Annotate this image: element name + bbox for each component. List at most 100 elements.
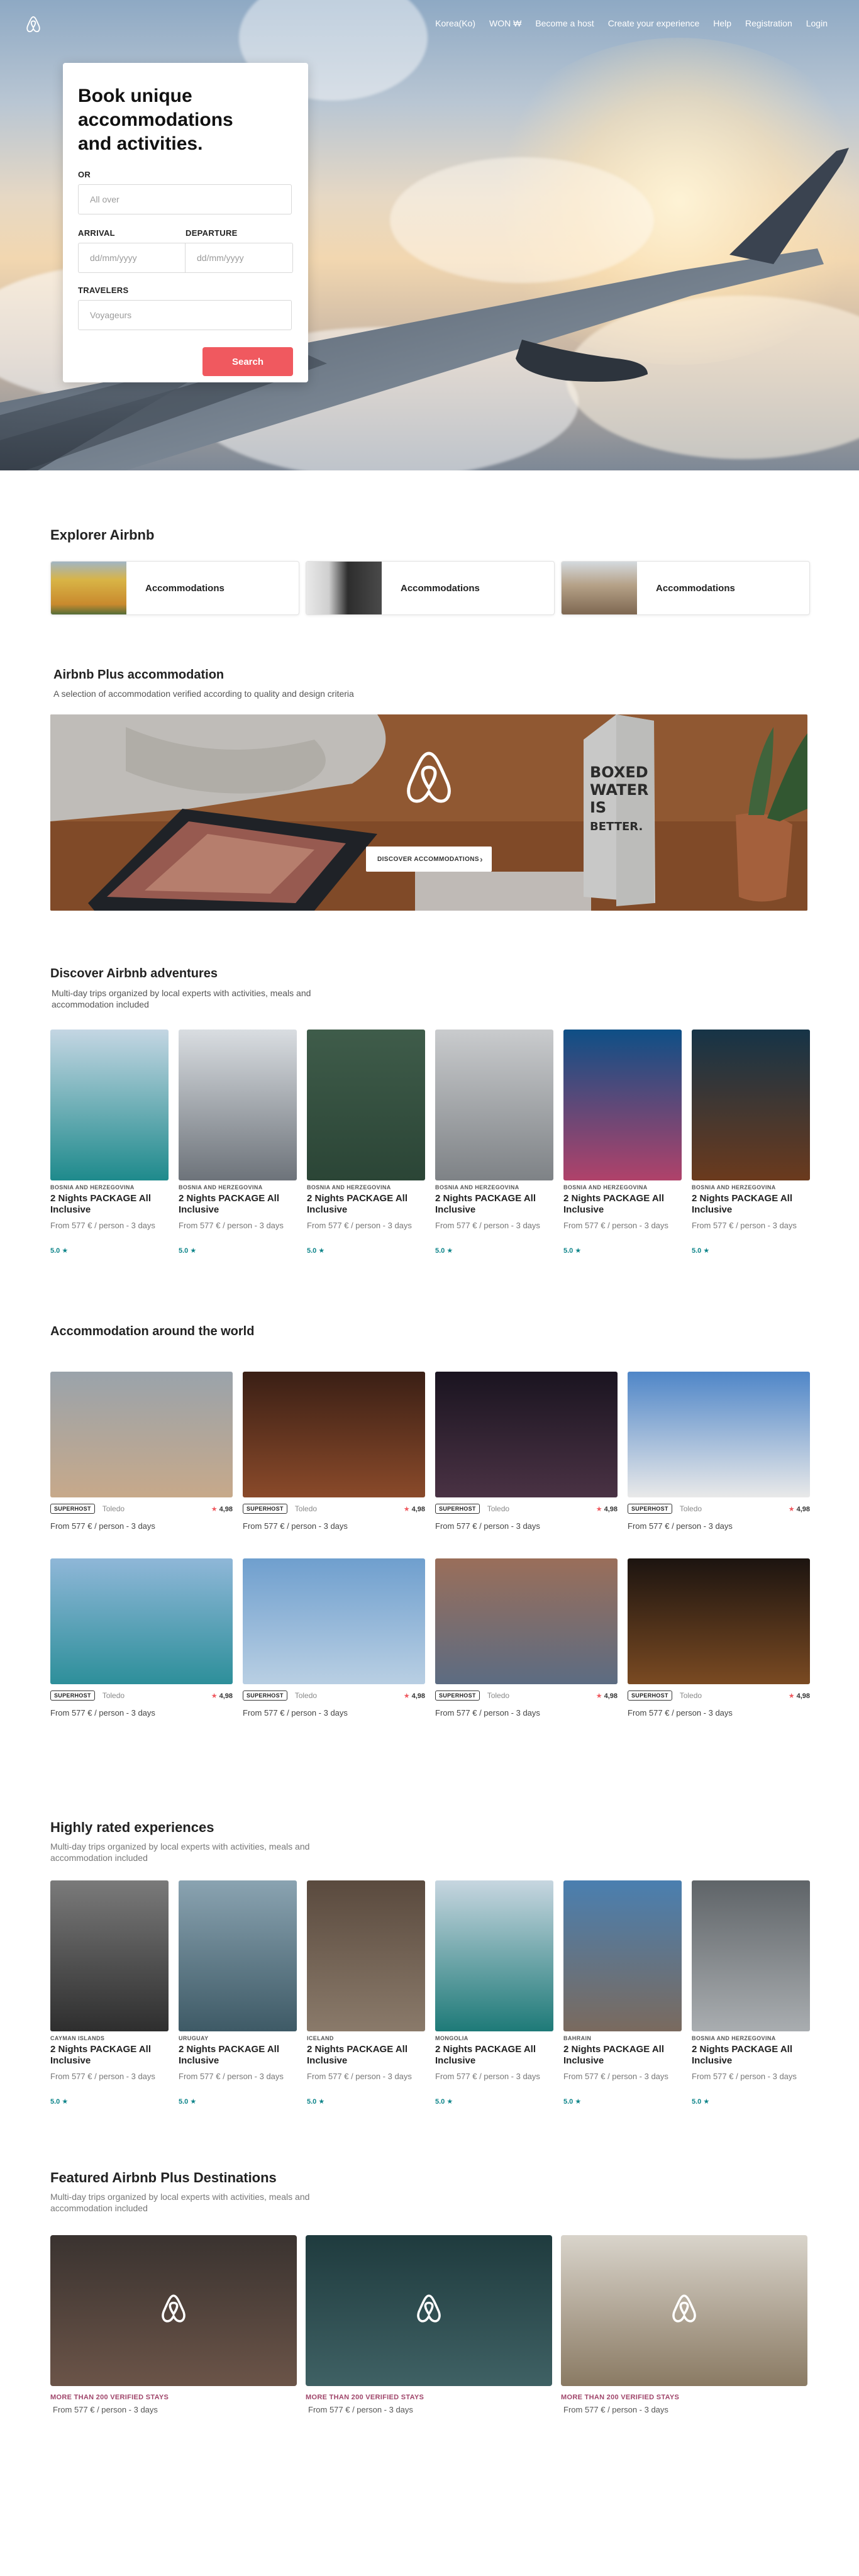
explore-thumb-image bbox=[562, 562, 637, 614]
adventures-card[interactable]: BOSNIA AND HERZEGOVINA 2 Nights PACKAGE A… bbox=[307, 1030, 425, 1255]
experiences-card[interactable]: CAYMAN ISLANDS 2 Nights PACKAGE All Inclu… bbox=[50, 1880, 169, 2106]
card-score-value: 4,98 bbox=[411, 1505, 425, 1513]
featured-destination-card[interactable]: MORE THAN 200 VERIFIED STAYS From 577 € /… bbox=[50, 2235, 297, 2414]
where-label: OR bbox=[78, 170, 91, 179]
world-card-meta: SUPERHOST Toledo ★ 4,98 bbox=[435, 1689, 618, 1702]
world-card-meta: SUPERHOST Toledo ★ 4,98 bbox=[435, 1502, 618, 1515]
top-navigation: Korea(Ko) WON ₩ Become a host Create you… bbox=[0, 15, 859, 34]
where-input[interactable]: All over bbox=[78, 184, 292, 214]
card-score: ★ 4,98 bbox=[596, 1692, 618, 1700]
explore-card-2[interactable]: Accommodations bbox=[306, 561, 555, 615]
experiences-card[interactable]: BOSNIA AND HERZEGOVINA 2 Nights PACKAGE A… bbox=[692, 1880, 810, 2106]
nav-link-become-host[interactable]: Become a host bbox=[535, 18, 594, 28]
card-score: ★ 4,98 bbox=[211, 1692, 233, 1700]
card-rating: 5.0 ★ bbox=[307, 1247, 325, 1255]
nav-link-registration[interactable]: Registration bbox=[745, 18, 792, 28]
adventures-card-image bbox=[692, 1030, 810, 1180]
world-card[interactable]: SUPERHOST Toledo ★ 4,98 From 577 € / person … bbox=[243, 1558, 425, 1718]
adventures-card-image bbox=[50, 1030, 169, 1180]
star-icon: ★ bbox=[596, 1692, 602, 1700]
card-price: From 577 € / person - 3 days bbox=[53, 2405, 158, 2414]
card-city: Toledo bbox=[102, 1504, 125, 1513]
featured-destination-card[interactable]: MORE THAN 200 VERIFIED STAYS From 577 € /… bbox=[306, 2235, 552, 2414]
superhost-badge: SUPERHOST bbox=[243, 1504, 287, 1514]
experiences-section-subtitle: Multi-day trips organized by local exper… bbox=[50, 1841, 310, 1863]
card-score: ★ 4,98 bbox=[404, 1692, 425, 1700]
discover-button-label: DISCOVER ACCOMMODATIONS bbox=[377, 855, 479, 863]
card-city: Toledo bbox=[102, 1691, 125, 1700]
experiences-card-image bbox=[179, 1880, 297, 2031]
carton-text-line: BOXED bbox=[590, 763, 648, 781]
adventures-card[interactable]: BOSNIA AND HERZEGOVINA 2 Nights PACKAGE A… bbox=[563, 1030, 682, 1255]
currency-selector[interactable]: WON ₩ bbox=[489, 18, 521, 28]
card-rating: 5.0 ★ bbox=[563, 2098, 582, 2106]
card-score-value: 4,98 bbox=[219, 1505, 233, 1513]
card-title: 2 Nights PACKAGE All Inclusive bbox=[435, 1193, 536, 1215]
star-icon: ★ bbox=[211, 1692, 218, 1700]
world-card[interactable]: SUPERHOST Toledo ★ 4,98 From 577 € / person … bbox=[435, 1558, 618, 1718]
travelers-input[interactable]: Voyageurs bbox=[78, 300, 292, 330]
card-rating: 5.0 ★ bbox=[179, 2098, 197, 2106]
adventures-card[interactable]: BOSNIA AND HERZEGOVINA 2 Nights PACKAGE A… bbox=[50, 1030, 169, 1255]
search-button[interactable]: Search bbox=[202, 347, 293, 376]
card-price: From 577 € / person - 3 days bbox=[50, 1221, 155, 1230]
card-score: ★ 4,98 bbox=[789, 1692, 810, 1700]
experiences-card[interactable]: ICELAND 2 Nights PACKAGE All Inclusive Fro… bbox=[307, 1880, 425, 2106]
star-icon: ★ bbox=[788, 1505, 795, 1513]
experiences-card[interactable]: BAHRAIN 2 Nights PACKAGE All Inclusive Fro… bbox=[563, 1880, 682, 2106]
world-card[interactable]: SUPERHOST Toledo ★ 4,98 From 577 € / person … bbox=[50, 1372, 233, 1531]
card-score-value: 4,98 bbox=[796, 1505, 810, 1513]
adventures-card[interactable]: BOSNIA AND HERZEGOVINA 2 Nights PACKAGE A… bbox=[435, 1030, 553, 1255]
card-country: BOSNIA AND HERZEGOVINA bbox=[692, 1184, 776, 1191]
experiences-section-title: Highly rated experiences bbox=[50, 1819, 214, 1835]
card-country: MONGOLIA bbox=[435, 2035, 468, 2041]
explore-card-3[interactable]: Accommodations bbox=[561, 561, 810, 615]
card-price: From 577 € / person - 3 days bbox=[563, 2405, 668, 2414]
superhost-badge: SUPERHOST bbox=[435, 1690, 480, 1701]
nav-link-create-experience[interactable]: Create your experience bbox=[608, 18, 700, 28]
departure-label: DEPARTURE bbox=[186, 228, 238, 238]
card-score-value: 4,98 bbox=[604, 1692, 618, 1700]
explore-card-1[interactable]: Accommodations bbox=[50, 561, 299, 615]
world-card-meta: SUPERHOST Toledo ★ 4,98 bbox=[628, 1502, 810, 1515]
nav-link-help[interactable]: Help bbox=[713, 18, 731, 28]
arrival-date-input[interactable]: dd/mm/yyyy bbox=[78, 243, 186, 273]
featured-destination-card[interactable]: MORE THAN 200 VERIFIED STAYS From 577 € /… bbox=[561, 2235, 807, 2414]
world-card[interactable]: SUPERHOST Toledo ★ 4,98 From 577 € / person … bbox=[628, 1558, 810, 1718]
card-city: Toledo bbox=[679, 1691, 702, 1700]
card-city: Toledo bbox=[294, 1691, 318, 1700]
explore-card-label: Accommodations bbox=[145, 582, 224, 594]
card-price: From 577 € / person - 3 days bbox=[435, 1521, 540, 1531]
card-price: From 577 € / person - 3 days bbox=[179, 2072, 284, 2081]
nav-link-login[interactable]: Login bbox=[806, 18, 828, 28]
world-card[interactable]: SUPERHOST Toledo ★ 4,98 From 577 € / person … bbox=[243, 1372, 425, 1531]
card-city: Toledo bbox=[487, 1691, 510, 1700]
airbnb-logo-icon[interactable] bbox=[24, 15, 43, 34]
world-section-title: Accommodation around the world bbox=[50, 1324, 255, 1338]
world-card[interactable]: SUPERHOST Toledo ★ 4,98 From 577 € / person … bbox=[50, 1558, 233, 1718]
experiences-card[interactable]: MONGOLIA 2 Nights PACKAGE All Inclusive Fr… bbox=[435, 1880, 553, 2106]
superhost-badge: SUPERHOST bbox=[628, 1690, 672, 1701]
card-title: 2 Nights PACKAGE All Inclusive bbox=[179, 2044, 280, 2066]
adventures-section-subtitle: Multi-day trips organized by local exper… bbox=[52, 988, 311, 1009]
card-rating: 5.0 ★ bbox=[50, 2098, 69, 2106]
booking-search-card: Book unique accommodations and activitie… bbox=[63, 63, 308, 382]
world-card-image bbox=[243, 1558, 425, 1684]
card-title: 2 Nights PACKAGE All Inclusive bbox=[692, 2044, 793, 2066]
card-country: BOSNIA AND HERZEGOVINA bbox=[692, 2035, 776, 2041]
superhost-badge: SUPERHOST bbox=[435, 1504, 480, 1514]
card-country: URUGUAY bbox=[179, 2035, 209, 2041]
world-card[interactable]: SUPERHOST Toledo ★ 4,98 From 577 € / person … bbox=[628, 1372, 810, 1531]
card-title: 2 Nights PACKAGE All Inclusive bbox=[563, 1193, 665, 1215]
card-price: From 577 € / person - 3 days bbox=[435, 1708, 540, 1718]
adventures-card[interactable]: BOSNIA AND HERZEGOVINA 2 Nights PACKAGE A… bbox=[179, 1030, 297, 1255]
world-card[interactable]: SUPERHOST Toledo ★ 4,98 From 577 € / person … bbox=[435, 1372, 618, 1531]
language-selector[interactable]: Korea(Ko) bbox=[435, 18, 475, 28]
card-country: BOSNIA AND HERZEGOVINA bbox=[179, 1184, 263, 1191]
departure-date-input[interactable]: dd/mm/yyyy bbox=[186, 243, 293, 273]
card-rating: 5.0 ★ bbox=[435, 1247, 453, 1255]
card-price: From 577 € / person - 3 days bbox=[179, 1221, 284, 1230]
experiences-card[interactable]: URUGUAY 2 Nights PACKAGE All Inclusive Fro… bbox=[179, 1880, 297, 2106]
discover-accommodations-button[interactable]: DISCOVER ACCOMMODATIONS › bbox=[366, 847, 492, 872]
adventures-card[interactable]: BOSNIA AND HERZEGOVINA 2 Nights PACKAGE A… bbox=[692, 1030, 810, 1255]
